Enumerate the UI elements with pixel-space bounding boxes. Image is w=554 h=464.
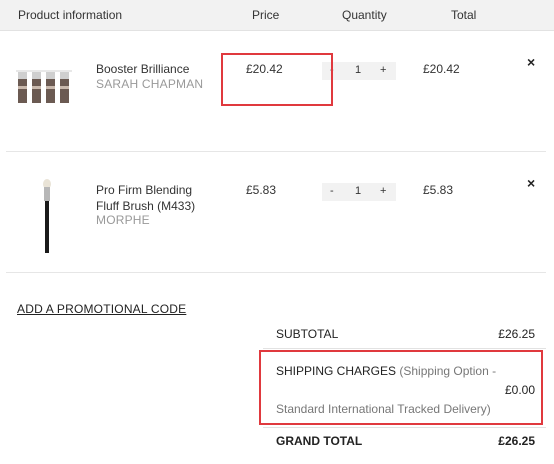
product-name-line2[interactable]: Fluff Brush (M433): [96, 198, 195, 214]
quantity-decrease-button[interactable]: -: [330, 185, 334, 197]
grand-total-label: GRAND TOTAL: [276, 434, 363, 448]
quantity-increase-button[interactable]: +: [380, 64, 386, 76]
subtotal-label: SUBTOTAL: [276, 327, 339, 341]
quantity-value[interactable]: 1: [355, 185, 361, 197]
product-name[interactable]: Booster Brilliance: [96, 61, 189, 77]
cart-item-row: Pro Firm Blending Fluff Brush (M433) MOR…: [6, 152, 546, 273]
product-brand: SARAH CHAPMAN: [96, 77, 204, 91]
cart-table-header: Product information Price Quantity Total: [0, 0, 554, 31]
quantity-value[interactable]: 1: [355, 64, 361, 76]
product-price: £5.83: [246, 183, 277, 197]
product-line-total: £20.42: [423, 62, 460, 76]
product-line-total: £5.83: [423, 183, 454, 197]
subtotal-value: £26.25: [498, 327, 535, 341]
quantity-increase-button[interactable]: +: [380, 185, 386, 197]
price-highlight-box: [221, 53, 333, 106]
header-price: Price: [252, 8, 280, 22]
header-product-info: Product information: [18, 8, 123, 22]
promo-code-link[interactable]: ADD A PROMOTIONAL CODE: [17, 302, 186, 316]
remove-item-icon[interactable]: ×: [527, 54, 535, 70]
product-name[interactable]: Pro Firm Blending: [96, 182, 192, 198]
makeup-brush-image[interactable]: [12, 174, 80, 254]
quantity-stepper: - 1 +: [322, 183, 396, 201]
header-quantity: Quantity: [342, 8, 387, 22]
quantity-stepper: - 1 +: [322, 62, 396, 80]
shipping-highlight-box: [259, 350, 543, 425]
grand-total-value: £26.25: [498, 434, 535, 448]
summary-divider: [263, 427, 546, 428]
summary-divider: [263, 348, 546, 349]
header-total: Total: [451, 8, 477, 22]
serum-vials-image[interactable]: [12, 53, 80, 133]
remove-item-icon[interactable]: ×: [527, 175, 535, 191]
product-brand: MORPHE: [96, 213, 150, 227]
